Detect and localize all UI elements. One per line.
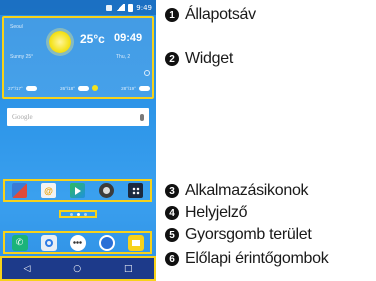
legend-number: 1: [165, 8, 179, 22]
home-touch-buttons: ◁ ○ □: [0, 256, 156, 281]
status-time: 9:49: [136, 3, 152, 12]
app-icons-row: @: [3, 179, 152, 202]
legend-number: 3: [165, 184, 179, 198]
signal-icon: [115, 4, 126, 11]
notification-icon: [106, 4, 113, 11]
legend-label: Helyjelző: [185, 204, 248, 221]
legend-item: 6 Előlapi érintőgombok: [165, 250, 329, 268]
sun-icon: [91, 85, 98, 91]
page-dot: [83, 212, 87, 216]
legend-label: Widget: [185, 50, 233, 67]
phone-app-icon[interactable]: ✆: [11, 234, 28, 251]
apps-drawer-icon[interactable]: [69, 234, 86, 251]
search-input[interactable]: Google: [12, 113, 140, 121]
widget-temperature: 25°c: [80, 32, 105, 46]
cloud-sun-icon: [77, 85, 89, 91]
weather-clock-widget[interactable]: Seoul 25°c 09:49 Sunny 25° Thu, 2 27°/17…: [2, 16, 154, 99]
page-dot-active: [76, 212, 80, 216]
refresh-icon[interactable]: [144, 70, 150, 76]
sun-icon: [49, 31, 71, 53]
legend-label: Alkalmazásikonok: [185, 182, 309, 199]
page-dot: [69, 212, 73, 216]
legend-number: 4: [165, 206, 179, 220]
google-search-bar[interactable]: Google: [7, 108, 149, 126]
email-app-icon[interactable]: @: [41, 183, 56, 198]
legend-number: 5: [165, 228, 179, 242]
browser-app-icon[interactable]: [98, 234, 115, 251]
forecast-item: 27°/17°: [8, 85, 37, 91]
camera-app-icon[interactable]: [99, 183, 114, 198]
widget-clock: 09:49: [114, 32, 143, 44]
contacts-app-icon[interactable]: [40, 234, 57, 251]
quick-button-area: ✆: [3, 231, 152, 254]
play-store-icon[interactable]: [70, 183, 85, 198]
legend: 1 Állapotsáv 2 Widget 3 Alkalmazásikonok…: [165, 0, 376, 281]
legend-item: 4 Helyjelző: [165, 204, 248, 222]
widget-location: Seoul: [10, 24, 23, 30]
status-bar[interactable]: 9:49: [0, 0, 156, 15]
legend-number: 2: [165, 52, 179, 66]
legend-label: Előlapi érintőgombok: [185, 250, 329, 267]
forecast-item: 28°/19°: [121, 85, 150, 91]
battery-icon: [128, 3, 134, 12]
recent-apps-button[interactable]: □: [124, 264, 133, 274]
legend-number: 6: [165, 252, 179, 266]
legend-label: Gyorsgomb terület: [185, 226, 312, 243]
app-folder-icon[interactable]: [12, 183, 27, 198]
microphone-icon[interactable]: [140, 113, 144, 121]
forecast-label: 26°/18°: [60, 85, 75, 91]
legend-item: 5 Gyorsgomb terület: [165, 226, 312, 244]
widget-date: Thu, 2: [116, 54, 131, 60]
cloud-icon: [25, 85, 37, 91]
home-button[interactable]: ○: [73, 264, 81, 274]
back-button[interactable]: ◁: [23, 264, 30, 274]
forecast-item: 26°/18°: [60, 85, 98, 91]
widget-weather-text: Sunny 25°: [10, 54, 34, 60]
widget-forecast: 27°/17° 26°/18° 28°/19°: [8, 81, 150, 95]
legend-item: 3 Alkalmazásikonok: [165, 182, 309, 200]
forecast-label: 27°/17°: [8, 85, 23, 91]
messaging-app-icon[interactable]: [127, 234, 144, 251]
apps-grid-icon[interactable]: [128, 183, 143, 198]
cloud-icon: [139, 85, 150, 91]
legend-item: 2 Widget: [165, 50, 233, 68]
forecast-label: 28°/19°: [121, 85, 136, 91]
page-indicator[interactable]: [59, 210, 97, 218]
legend-label: Állapotsáv: [185, 6, 256, 23]
phone-screen: 9:49 Seoul 25°c 09:49 Sunny 25° Thu, 2 2…: [0, 0, 156, 281]
legend-item: 1 Állapotsáv: [165, 6, 256, 24]
